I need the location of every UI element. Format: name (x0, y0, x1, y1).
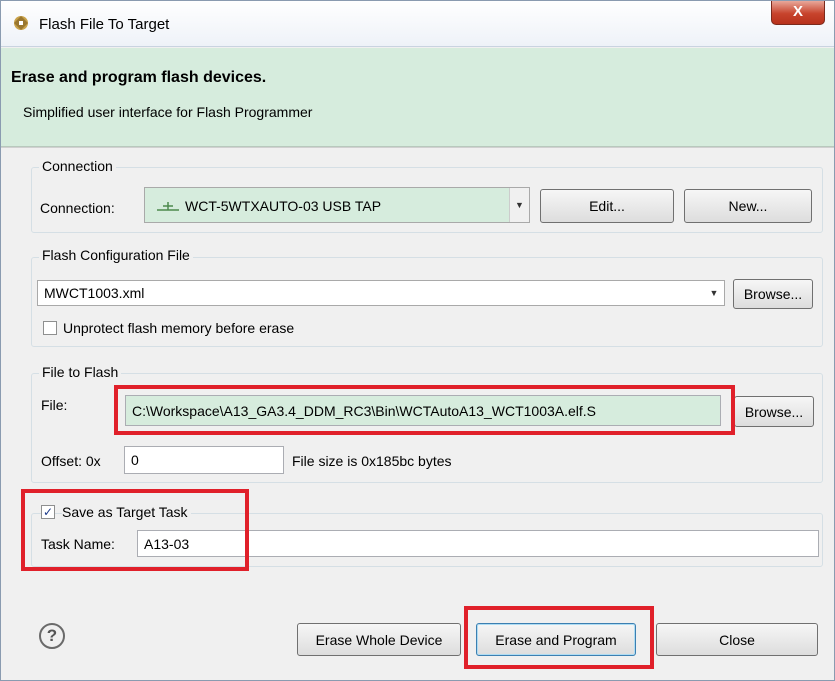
flash-config-group-label: Flash Configuration File (39, 247, 193, 263)
flash-config-selected-value: MWCT1003.xml (44, 285, 145, 301)
file-to-flash-group-label: File to Flash (39, 364, 122, 380)
unprotect-label: Unprotect flash memory before erase (63, 320, 295, 336)
file-size-text: File size is 0x185bc bytes (292, 453, 452, 469)
file-field-label: File: (41, 397, 68, 413)
chevron-down-icon: ▼ (709, 288, 719, 298)
flash-app-icon (14, 16, 28, 30)
window-title: Flash File To Target (39, 16, 170, 33)
offset-label: Offset: 0x (41, 453, 101, 469)
header-divider (1, 147, 834, 148)
offset-input[interactable] (124, 446, 284, 474)
erase-whole-device-button[interactable]: Erase Whole Device (297, 623, 461, 656)
chevron-down-icon: ▼ (509, 188, 529, 222)
header-subtitle: Simplified user interface for Flash Prog… (23, 104, 313, 120)
new-connection-button[interactable]: New... (684, 189, 812, 223)
title-bar: Flash File To Target X (1, 1, 834, 47)
connection-selected-value: WCT-5WTXAUTO-03 USB TAP (185, 198, 382, 214)
file-path-highlight (114, 385, 735, 435)
flash-dialog-window: Flash File To Target X Erase and program… (0, 0, 835, 681)
connection-field-label: Connection: (40, 200, 115, 216)
erase-program-highlight (464, 606, 654, 669)
close-icon: X (792, 3, 803, 20)
connection-group-label: Connection (39, 158, 116, 174)
flash-config-select[interactable]: MWCT1003.xml ▼ (37, 280, 725, 306)
connection-select[interactable]: WCT-5WTXAUTO-03 USB TAP ▼ (144, 187, 530, 223)
help-icon[interactable]: ? (39, 623, 65, 649)
target-task-highlight (21, 489, 249, 571)
browse-config-button[interactable]: Browse... (733, 279, 813, 309)
browse-file-button[interactable]: Browse... (734, 396, 814, 427)
close-button[interactable]: Close (656, 623, 818, 656)
header-title: Erase and program flash devices. (11, 69, 267, 86)
header-banner: Erase and program flash devices. Simplif… (1, 48, 834, 147)
close-window-button[interactable]: X (771, 1, 825, 25)
unprotect-checkbox[interactable] (43, 321, 57, 335)
usb-connection-icon (157, 202, 179, 211)
edit-connection-button[interactable]: Edit... (540, 189, 674, 223)
